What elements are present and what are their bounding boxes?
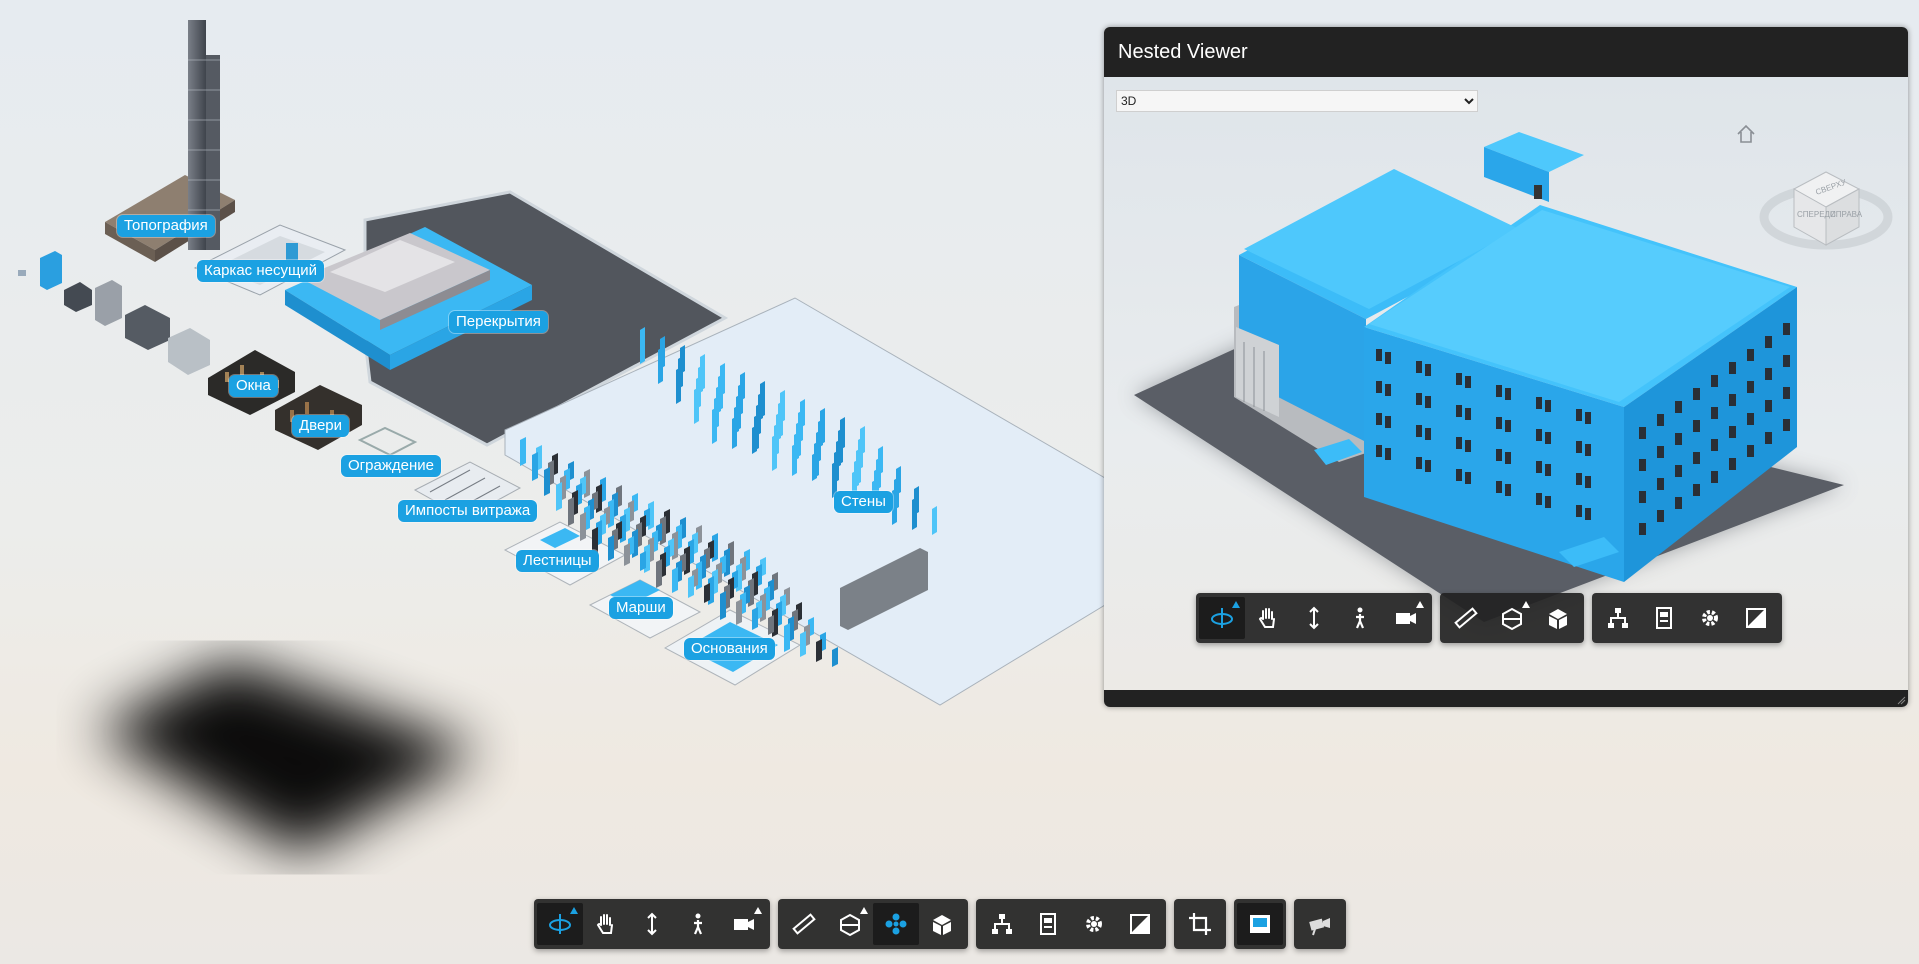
properties-button[interactable] bbox=[1641, 597, 1687, 639]
model-icon bbox=[933, 915, 951, 935]
label-windows[interactable]: Окна bbox=[229, 375, 278, 397]
label-frame[interactable]: Каркас несущий bbox=[197, 260, 325, 282]
fullscreen-icon bbox=[1746, 608, 1766, 628]
walk-icon bbox=[693, 913, 703, 935]
camera-button[interactable] bbox=[1383, 597, 1429, 639]
pan-icon bbox=[596, 914, 613, 934]
main-toolbar bbox=[534, 899, 1346, 949]
properties-button[interactable] bbox=[1025, 903, 1071, 945]
pan-button[interactable] bbox=[583, 903, 629, 945]
fullscreen-icon bbox=[1130, 914, 1150, 934]
section-icon bbox=[840, 913, 860, 937]
walk-button[interactable] bbox=[675, 903, 721, 945]
measure-icon bbox=[792, 913, 816, 935]
building-model bbox=[1134, 132, 1844, 622]
label-stairs[interactable]: Лестницы bbox=[516, 550, 599, 572]
explode-icon bbox=[885, 913, 907, 935]
section-button[interactable] bbox=[827, 903, 873, 945]
nested-navigation-group bbox=[1196, 593, 1432, 643]
split-view-group bbox=[1234, 899, 1286, 949]
viewcube-right-label: СПРАВА bbox=[1830, 210, 1863, 219]
orbit-button[interactable] bbox=[537, 903, 583, 945]
model-icon bbox=[1549, 609, 1567, 629]
label-floors[interactable]: Перекрытия bbox=[449, 311, 548, 333]
properties-icon bbox=[1040, 913, 1056, 935]
label-foundations[interactable]: Основания bbox=[684, 638, 775, 660]
fullscreen-button[interactable] bbox=[1117, 903, 1163, 945]
properties-icon bbox=[1656, 607, 1672, 629]
orbit-button[interactable] bbox=[1199, 597, 1245, 639]
resize-grip-icon[interactable] bbox=[1896, 695, 1906, 705]
walk-icon bbox=[1355, 607, 1365, 629]
navigation-group bbox=[534, 899, 770, 949]
settings-button[interactable] bbox=[1687, 597, 1733, 639]
camera-sync-icon bbox=[1309, 918, 1330, 936]
dolly-icon bbox=[647, 912, 657, 936]
nested-viewer-panel[interactable]: Nested Viewer СВЕРХУ СПЕРЕДИ СПРАВА 3D bbox=[1104, 27, 1908, 707]
pan-icon bbox=[1258, 608, 1275, 628]
split-view-icon bbox=[1250, 915, 1270, 933]
model-button[interactable] bbox=[919, 903, 965, 945]
model-button[interactable] bbox=[1535, 597, 1581, 639]
dolly-button[interactable] bbox=[1291, 597, 1337, 639]
section-button[interactable] bbox=[1489, 597, 1535, 639]
section-icon bbox=[1502, 607, 1522, 631]
crop-icon bbox=[1189, 913, 1211, 935]
settings-button[interactable] bbox=[1071, 903, 1117, 945]
model-browser-icon bbox=[992, 914, 1012, 934]
viewcube[interactable]: СВЕРХУ СПЕРЕДИ СПРАВА bbox=[1759, 171, 1893, 250]
railing-model bbox=[357, 426, 418, 457]
walk-button[interactable] bbox=[1337, 597, 1383, 639]
label-railing[interactable]: Ограждение bbox=[341, 455, 441, 477]
measure-icon bbox=[1454, 607, 1478, 629]
nested-toolbar bbox=[1196, 593, 1782, 643]
label-mullions[interactable]: Импосты витража bbox=[398, 500, 538, 522]
camera-sync-button[interactable] bbox=[1297, 903, 1343, 945]
label-topography[interactable]: Топография bbox=[117, 215, 215, 237]
modeling-group bbox=[778, 899, 968, 949]
settings-group bbox=[976, 899, 1166, 949]
split-view-button[interactable] bbox=[1237, 903, 1283, 945]
small-elements-row bbox=[18, 251, 210, 375]
dolly-button[interactable] bbox=[629, 903, 675, 945]
nested-modeling-group bbox=[1440, 593, 1584, 643]
view-select[interactable]: 3D bbox=[1116, 90, 1478, 112]
settings-icon bbox=[1086, 916, 1102, 932]
nested-viewport[interactable]: СВЕРХУ СПЕРЕДИ СПРАВА 3D bbox=[1104, 77, 1908, 692]
dolly-icon bbox=[1309, 606, 1319, 630]
camera-sync-group bbox=[1294, 899, 1346, 949]
label-walls[interactable]: Стены bbox=[834, 491, 893, 513]
nested-viewer-title[interactable]: Nested Viewer bbox=[1104, 27, 1908, 77]
crop-group bbox=[1174, 899, 1226, 949]
measure-button[interactable] bbox=[1443, 597, 1489, 639]
model-browser-icon bbox=[1608, 608, 1628, 628]
model-browser-button[interactable] bbox=[1595, 597, 1641, 639]
home-icon[interactable] bbox=[1737, 124, 1755, 143]
label-runs[interactable]: Марши bbox=[609, 597, 673, 619]
orbit-icon bbox=[549, 914, 571, 934]
camera-button[interactable] bbox=[721, 903, 767, 945]
ground-shadow bbox=[95, 660, 480, 855]
model-browser-button[interactable] bbox=[979, 903, 1025, 945]
settings-icon bbox=[1702, 610, 1718, 626]
label-doors[interactable]: Двери bbox=[292, 415, 350, 437]
fullscreen-button[interactable] bbox=[1733, 597, 1779, 639]
pan-button[interactable] bbox=[1245, 597, 1291, 639]
crop-button[interactable] bbox=[1177, 903, 1223, 945]
camera-icon bbox=[734, 919, 754, 930]
nested-viewer-footer bbox=[1104, 690, 1908, 707]
explode-button[interactable] bbox=[873, 903, 919, 945]
measure-button[interactable] bbox=[781, 903, 827, 945]
camera-icon bbox=[1396, 613, 1416, 624]
nested-settings-group bbox=[1592, 593, 1782, 643]
orbit-icon bbox=[1211, 608, 1233, 628]
